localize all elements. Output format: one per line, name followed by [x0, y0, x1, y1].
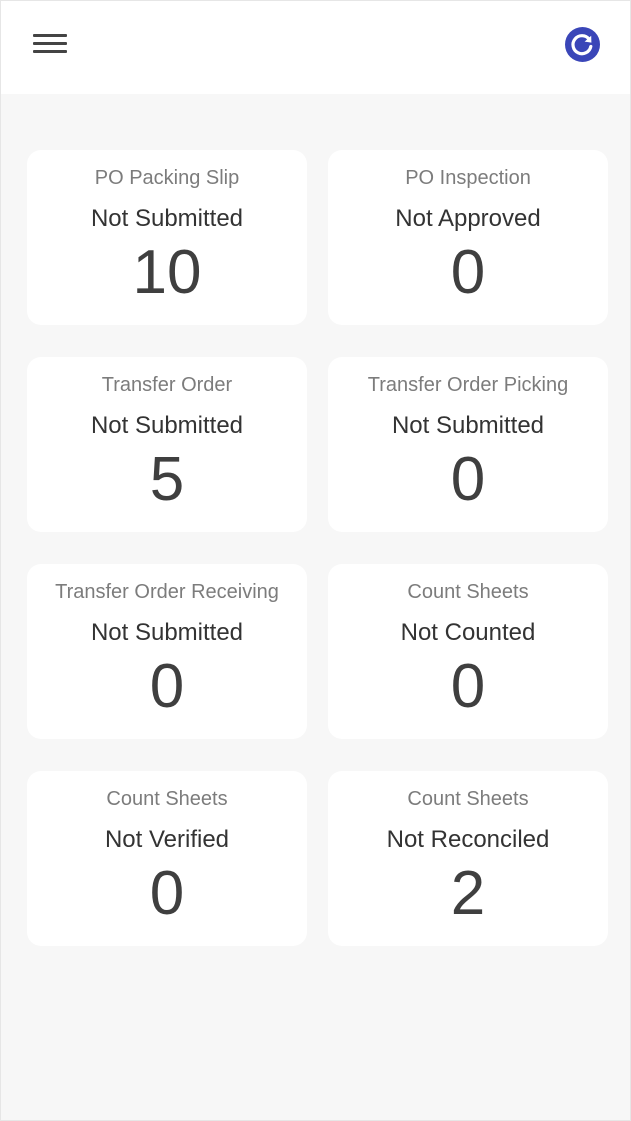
- card-count-sheets-not-reconciled[interactable]: Count Sheets Not Reconciled 2: [328, 771, 608, 946]
- summary-card-grid: PO Packing Slip Not Submitted 10 PO Insp…: [27, 150, 608, 946]
- card-status: Not Submitted: [90, 412, 244, 439]
- card-status: Not Reconciled: [386, 826, 550, 853]
- card-count: 0: [450, 652, 486, 721]
- card-status: Not Submitted: [90, 619, 244, 646]
- card-title: Transfer Order: [101, 374, 233, 396]
- hamburger-menu-icon[interactable]: [33, 31, 67, 59]
- card-status: Not Submitted: [90, 205, 244, 232]
- card-transfer-order-receiving[interactable]: Transfer Order Receiving Not Submitted 0: [27, 564, 307, 739]
- card-count: 0: [149, 652, 185, 721]
- refresh-icon[interactable]: [565, 27, 600, 62]
- card-title: Count Sheets: [407, 788, 529, 810]
- card-status: Not Counted: [400, 619, 536, 646]
- card-count: 10: [132, 238, 202, 307]
- card-title: Transfer Order Receiving: [55, 581, 279, 603]
- app-screen: PO Packing Slip Not Submitted 10 PO Insp…: [0, 0, 631, 1121]
- card-title: PO Inspection: [405, 167, 531, 189]
- refresh-glyph: [571, 34, 593, 56]
- card-title: Count Sheets: [106, 788, 228, 810]
- card-status: Not Approved: [395, 205, 541, 232]
- card-count: 2: [450, 859, 486, 928]
- card-count-sheets-not-verified[interactable]: Count Sheets Not Verified 0: [27, 771, 307, 946]
- menu-line: [33, 50, 67, 53]
- card-title: PO Packing Slip: [94, 167, 240, 189]
- menu-line: [33, 42, 67, 45]
- top-bar: [1, 1, 630, 94]
- card-transfer-order[interactable]: Transfer Order Not Submitted 5: [27, 357, 307, 532]
- card-count-sheets-not-counted[interactable]: Count Sheets Not Counted 0: [328, 564, 608, 739]
- card-count: 0: [450, 445, 486, 514]
- card-po-packing-slip[interactable]: PO Packing Slip Not Submitted 10: [27, 150, 307, 325]
- card-count: 5: [149, 445, 185, 514]
- card-status: Not Verified: [104, 826, 230, 853]
- menu-line: [33, 34, 67, 37]
- card-title: Count Sheets: [407, 581, 529, 603]
- card-count: 0: [450, 238, 486, 307]
- card-status: Not Submitted: [391, 412, 545, 439]
- card-count: 0: [149, 859, 185, 928]
- card-transfer-order-picking[interactable]: Transfer Order Picking Not Submitted 0: [328, 357, 608, 532]
- card-title: Transfer Order Picking: [367, 374, 569, 396]
- card-po-inspection[interactable]: PO Inspection Not Approved 0: [328, 150, 608, 325]
